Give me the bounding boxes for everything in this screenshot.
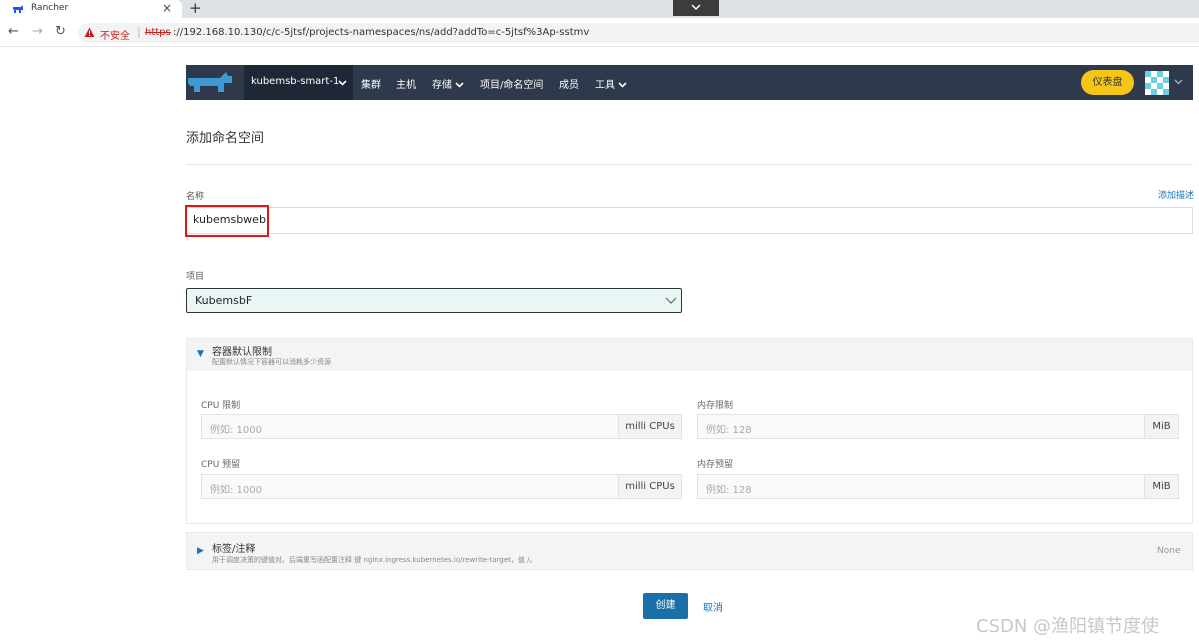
chevron-down-icon xyxy=(665,297,677,304)
chevron-down-icon xyxy=(455,82,464,88)
watermark: CSDN @渔阳镇节度使 xyxy=(976,616,1160,637)
nav-projects-namespaces[interactable]: 项目/命名空间 xyxy=(480,76,543,91)
tab-close-icon[interactable]: × xyxy=(162,1,172,15)
chevron-down-icon xyxy=(618,82,627,88)
warning-icon xyxy=(84,27,95,37)
cpu-limit-unit: milli CPUs xyxy=(618,414,682,439)
project-selected-value: KubemsbF xyxy=(195,294,253,307)
rancher-favicon-icon xyxy=(13,5,23,13)
nav-members[interactable]: 成员 xyxy=(559,76,579,91)
memory-limit-placeholder: 例如: 128 xyxy=(706,425,752,436)
new-tab-button[interactable]: + xyxy=(189,0,202,17)
cpu-limit-placeholder: 例如: 1000 xyxy=(210,425,262,436)
cpu-limit-input[interactable]: 例如: 1000 xyxy=(201,414,619,439)
cpu-reservation-placeholder: 例如: 1000 xyxy=(210,485,262,496)
container-limits-subtitle: 配置默认情况下容器可以消耗多少资源 xyxy=(212,358,331,366)
browser-tab-rancher[interactable]: Rancher × xyxy=(0,0,182,18)
labels-annotations-hint: 用于调度决策的键值对。后端重写函配置注释 键 nginx.ingress.kub… xyxy=(212,556,537,564)
memory-reservation-label: 内存预留 xyxy=(697,460,734,470)
container-limits-header[interactable]: ▼ 容器默认限制 配置默认情况下容器可以消耗多少资源 xyxy=(187,339,1192,371)
browser-toolbar: ← → ↻ 不安全 | https ://192.168.10.130/c/c-… xyxy=(0,18,1199,47)
cluster-name: kubemsb-smart-1 xyxy=(251,76,340,87)
back-icon[interactable]: ← xyxy=(8,24,19,39)
chevron-down-icon xyxy=(338,80,347,86)
nav-storage[interactable]: 存储 xyxy=(432,76,464,91)
cluster-switcher[interactable]: kubemsb-smart-1 xyxy=(244,65,353,100)
project-select[interactable]: KubemsbF xyxy=(186,288,682,313)
cpu-reservation-label: CPU 预留 xyxy=(201,460,241,470)
memory-reservation-placeholder: 例如: 128 xyxy=(706,485,752,496)
tab-search-button[interactable] xyxy=(673,0,719,16)
forward-icon[interactable]: → xyxy=(32,24,43,39)
chevron-down-icon[interactable] xyxy=(1174,79,1183,85)
memory-reservation-input[interactable]: 例如: 128 xyxy=(697,474,1145,499)
reload-icon[interactable]: ↻ xyxy=(55,24,66,39)
memory-limit-label: 内存限制 xyxy=(697,401,734,411)
name-label: 名称 xyxy=(186,192,205,202)
memory-reservation-unit: MiB xyxy=(1144,474,1179,499)
nav-tools[interactable]: 工具 xyxy=(595,76,627,91)
url-scheme: https xyxy=(145,27,171,38)
nav-storage-label: 存储 xyxy=(432,80,452,91)
labels-annotations-title: 标签/注释 xyxy=(212,544,256,555)
project-label: 项目 xyxy=(186,272,205,282)
namespace-name-value: kubemsbweb xyxy=(193,213,266,226)
create-button[interactable]: 创建 xyxy=(643,593,688,619)
url-text: ://192.168.10.130/c/c-5jtsf/projects-nam… xyxy=(173,27,590,38)
memory-limit-unit: MiB xyxy=(1144,414,1179,439)
cpu-reservation-input[interactable]: 例如: 1000 xyxy=(201,474,619,499)
cpu-limit-label: CPU 限制 xyxy=(201,401,241,411)
nav-hosts[interactable]: 主机 xyxy=(396,76,416,91)
container-limits-section: ▼ 容器默认限制 配置默认情况下容器可以消耗多少资源 CPU 限制 例如: 10… xyxy=(186,338,1193,524)
dashboard-button[interactable]: 仪表盘 xyxy=(1081,70,1134,95)
cpu-reservation-unit: milli CPUs xyxy=(618,474,682,499)
caret-down-icon: ▼ xyxy=(197,349,204,359)
url-separator: | xyxy=(137,25,141,38)
namespace-name-input[interactable] xyxy=(186,207,1193,234)
rancher-logo-icon[interactable] xyxy=(186,71,236,95)
app-header: kubemsb-smart-1 集群 主机 存储 项目/命名空间 成员 工具 仪… xyxy=(186,65,1193,100)
tab-title: Rancher xyxy=(31,3,69,13)
memory-limit-input[interactable]: 例如: 128 xyxy=(697,414,1145,439)
insecure-label: 不安全 xyxy=(100,31,130,42)
nav-tools-label: 工具 xyxy=(595,80,615,91)
browser-tab-strip: Rancher × + xyxy=(0,0,1199,18)
container-limits-title: 容器默认限制 xyxy=(212,347,272,358)
cancel-button[interactable]: 取消 xyxy=(703,599,723,614)
divider xyxy=(186,164,1193,165)
labels-annotations-section[interactable]: ▶ 标签/注释 用于调度决策的键值对。后端重写函配置注释 键 nginx.ing… xyxy=(186,532,1193,570)
labels-annotations-status: None xyxy=(1157,546,1181,556)
caret-right-icon: ▶ xyxy=(197,546,204,556)
page-title: 添加命名空间 xyxy=(186,131,265,146)
chevron-down-icon xyxy=(691,4,701,11)
add-description-link[interactable]: 添加描述 xyxy=(1158,188,1194,201)
user-avatar-icon[interactable] xyxy=(1145,71,1169,95)
address-bar[interactable]: 不安全 | https ://192.168.10.130/c/c-5jtsf/… xyxy=(78,23,1199,43)
nav-clusters[interactable]: 集群 xyxy=(361,76,381,91)
